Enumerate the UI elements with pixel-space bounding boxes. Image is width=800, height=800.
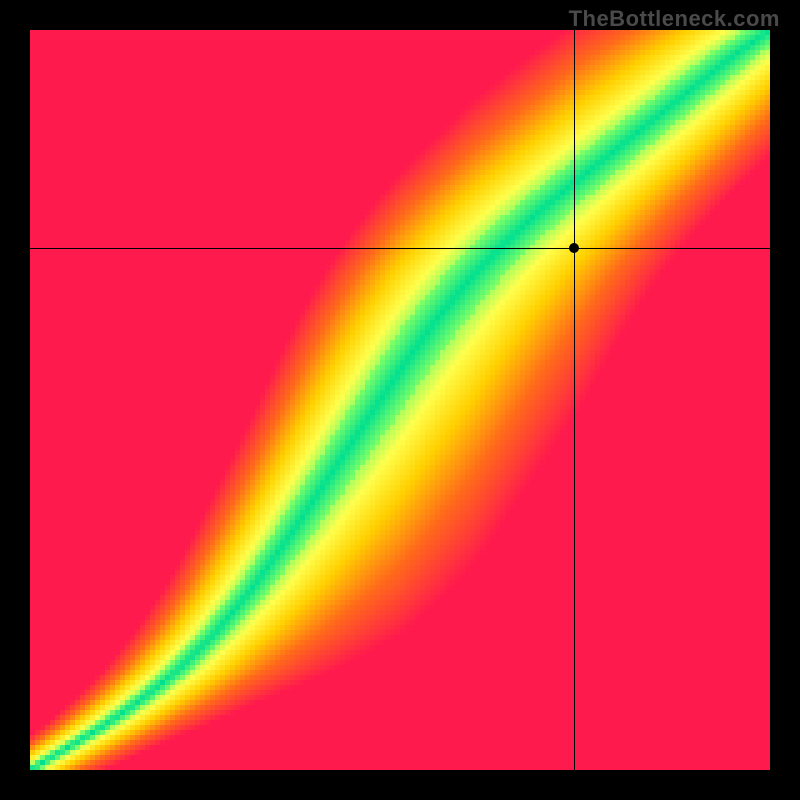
crosshair-horizontal — [30, 248, 770, 249]
watermark-text: TheBottleneck.com — [569, 6, 780, 32]
heatmap-canvas — [30, 30, 770, 770]
chart-frame: TheBottleneck.com — [0, 0, 800, 800]
crosshair-vertical — [574, 30, 575, 770]
